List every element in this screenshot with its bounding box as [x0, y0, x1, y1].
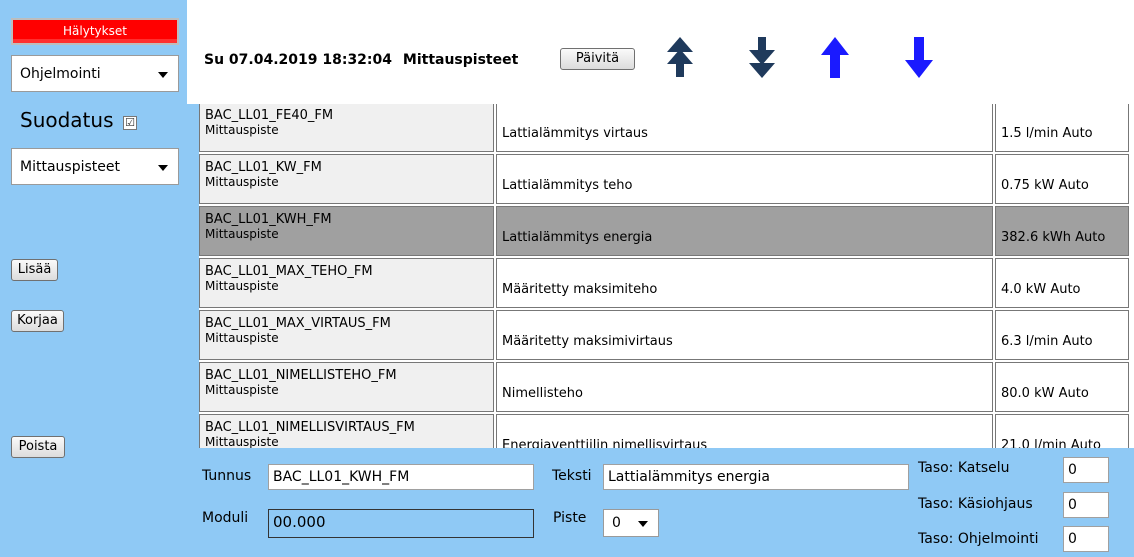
point-type: Mittauspiste: [205, 123, 279, 137]
teksti-input[interactable]: Lattialämmitys energia: [603, 464, 909, 490]
header-title: Su 07.04.2019 18:32:04 Mittauspisteet: [204, 52, 518, 68]
point-id: BAC_LL01_KWH_FM: [205, 212, 332, 227]
edit-form: Tunnus BAC_LL01_KWH_FM Teksti Lattialämm…: [187, 448, 1134, 557]
point-text: Määritetty maksimiteho: [496, 258, 993, 308]
table-row[interactable]: BAC_LL01_KW_FM Mittauspiste Lattialämmitys…: [199, 154, 1129, 204]
taso-kasiohjaus-label: Taso: Käsiohjaus: [918, 496, 1033, 512]
point-type: Mittauspiste: [205, 331, 279, 345]
point-value: 21.0 l/min Auto: [995, 414, 1129, 448]
arrow-bottom-icon[interactable]: [747, 35, 777, 80]
point-id: BAC_LL01_MAX_TEHO_FM: [205, 264, 373, 279]
edit-button[interactable]: Korjaa: [11, 310, 64, 332]
page-title: Mittauspisteet: [402, 52, 519, 68]
point-id: BAC_LL01_FE40_FM: [205, 108, 334, 123]
point-text: Lattialämmitys energia: [496, 206, 993, 256]
table-row[interactable]: BAC_LL01_FE40_FM Mittauspiste Lattialämmit…: [199, 104, 1129, 152]
point-id-cell: BAC_LL01_MAX_TEHO_FM Mittauspiste: [199, 258, 494, 308]
update-button[interactable]: Päivitä: [560, 48, 635, 70]
point-id-cell: BAC_LL01_KW_FM Mittauspiste: [199, 154, 494, 204]
point-value: 80.0 kW Auto: [995, 362, 1129, 412]
point-value: 382.6 kWh Auto: [995, 206, 1129, 256]
alarms-button[interactable]: Hälytykset: [11, 18, 179, 45]
chevron-down-icon: [158, 71, 168, 78]
category-select-value: Mittauspisteet: [20, 158, 120, 175]
sidebar: Hälytykset Ohjelmointi Suodatus ☑ Mittau…: [0, 0, 187, 557]
piste-label: Piste: [553, 510, 587, 526]
taso-ohjelmointi-label: Taso: Ohjelmointi: [918, 531, 1039, 547]
moduli-field: 00.000: [268, 509, 534, 538]
chevron-down-icon: [158, 164, 168, 171]
teksti-label: Teksti: [552, 468, 592, 484]
taso-kasiohjaus-input[interactable]: 0: [1063, 492, 1109, 518]
table-row[interactable]: BAC_LL01_NIMELLISVIRTAUS_FM Mittauspiste E…: [199, 414, 1129, 448]
chevron-down-icon: [638, 521, 648, 527]
point-text: Lattialämmitys virtaus: [496, 104, 993, 152]
filter-label: Suodatus: [20, 108, 114, 132]
taso-katselu-label: Taso: Katselu: [918, 460, 1010, 476]
point-type: Mittauspiste: [205, 227, 279, 241]
point-id-cell: BAC_LL01_NIMELLISVIRTAUS_FM Mittauspiste: [199, 414, 494, 448]
piste-select-value: 0: [612, 515, 621, 531]
point-value: 1.5 l/min Auto: [995, 104, 1129, 152]
table-row[interactable]: BAC_LL01_MAX_TEHO_FM Mittauspiste Määritet…: [199, 258, 1129, 308]
program-select[interactable]: Ohjelmointi: [11, 55, 179, 92]
delete-button[interactable]: Poista: [11, 436, 65, 458]
point-id-cell: BAC_LL01_KWH_FM Mittauspiste: [199, 206, 494, 256]
arrow-down-icon[interactable]: [904, 35, 934, 80]
point-id-cell: BAC_LL01_MAX_VIRTAUS_FM Mittauspiste: [199, 310, 494, 360]
table-row[interactable]: BAC_LL01_KWH_FM Mittauspiste Lattialämmity…: [199, 206, 1129, 256]
taso-katselu-input[interactable]: 0: [1063, 457, 1109, 483]
point-id-cell: BAC_LL01_NIMELLISTEHO_FM Mittauspiste: [199, 362, 494, 412]
point-type: Mittauspiste: [205, 383, 279, 397]
arrow-up-icon[interactable]: [820, 35, 850, 80]
piste-select[interactable]: 0: [603, 509, 659, 537]
point-text: Energiaventtiilin nimellisvirtaus: [496, 414, 993, 448]
points-table: BAC_LL01_FE40_FM Mittauspiste Lattialämmit…: [199, 104, 1134, 448]
tunnus-label: Tunnus: [202, 468, 252, 484]
header: Su 07.04.2019 18:32:04 Mittauspisteet Pä…: [187, 0, 1134, 104]
point-value: 6.3 l/min Auto: [995, 310, 1129, 360]
datetime: Su 07.04.2019 18:32:04: [204, 52, 393, 68]
point-type: Mittauspiste: [205, 435, 279, 448]
point-value: 0.75 kW Auto: [995, 154, 1129, 204]
category-select[interactable]: Mittauspisteet: [11, 148, 179, 185]
point-type: Mittauspiste: [205, 279, 279, 293]
add-button[interactable]: Lisää: [11, 259, 58, 281]
moduli-label: Moduli: [202, 510, 249, 526]
point-id: BAC_LL01_MAX_VIRTAUS_FM: [205, 316, 391, 331]
point-type: Mittauspiste: [205, 175, 279, 189]
program-select-value: Ohjelmointi: [20, 65, 101, 82]
tunnus-input[interactable]: BAC_LL01_KWH_FM: [268, 464, 534, 490]
point-text: Lattialämmitys teho: [496, 154, 993, 204]
point-id: BAC_LL01_KW_FM: [205, 160, 322, 175]
table-row[interactable]: BAC_LL01_NIMELLISTEHO_FM Mittauspiste Nime…: [199, 362, 1129, 412]
table-row[interactable]: BAC_LL01_MAX_VIRTAUS_FM Mittauspiste Määri…: [199, 310, 1129, 360]
point-id-cell: BAC_LL01_FE40_FM Mittauspiste: [199, 104, 494, 152]
point-id: BAC_LL01_NIMELLISTEHO_FM: [205, 368, 397, 383]
taso-ohjelmointi-input[interactable]: 0: [1063, 526, 1109, 552]
point-text: Nimellisteho: [496, 362, 993, 412]
point-value: 4.0 kW Auto: [995, 258, 1129, 308]
point-id: BAC_LL01_NIMELLISVIRTAUS_FM: [205, 420, 415, 435]
filter-checkbox[interactable]: ☑: [123, 116, 137, 130]
point-text: Määritetty maksimivirtaus: [496, 310, 993, 360]
arrow-top-icon[interactable]: [665, 35, 695, 80]
